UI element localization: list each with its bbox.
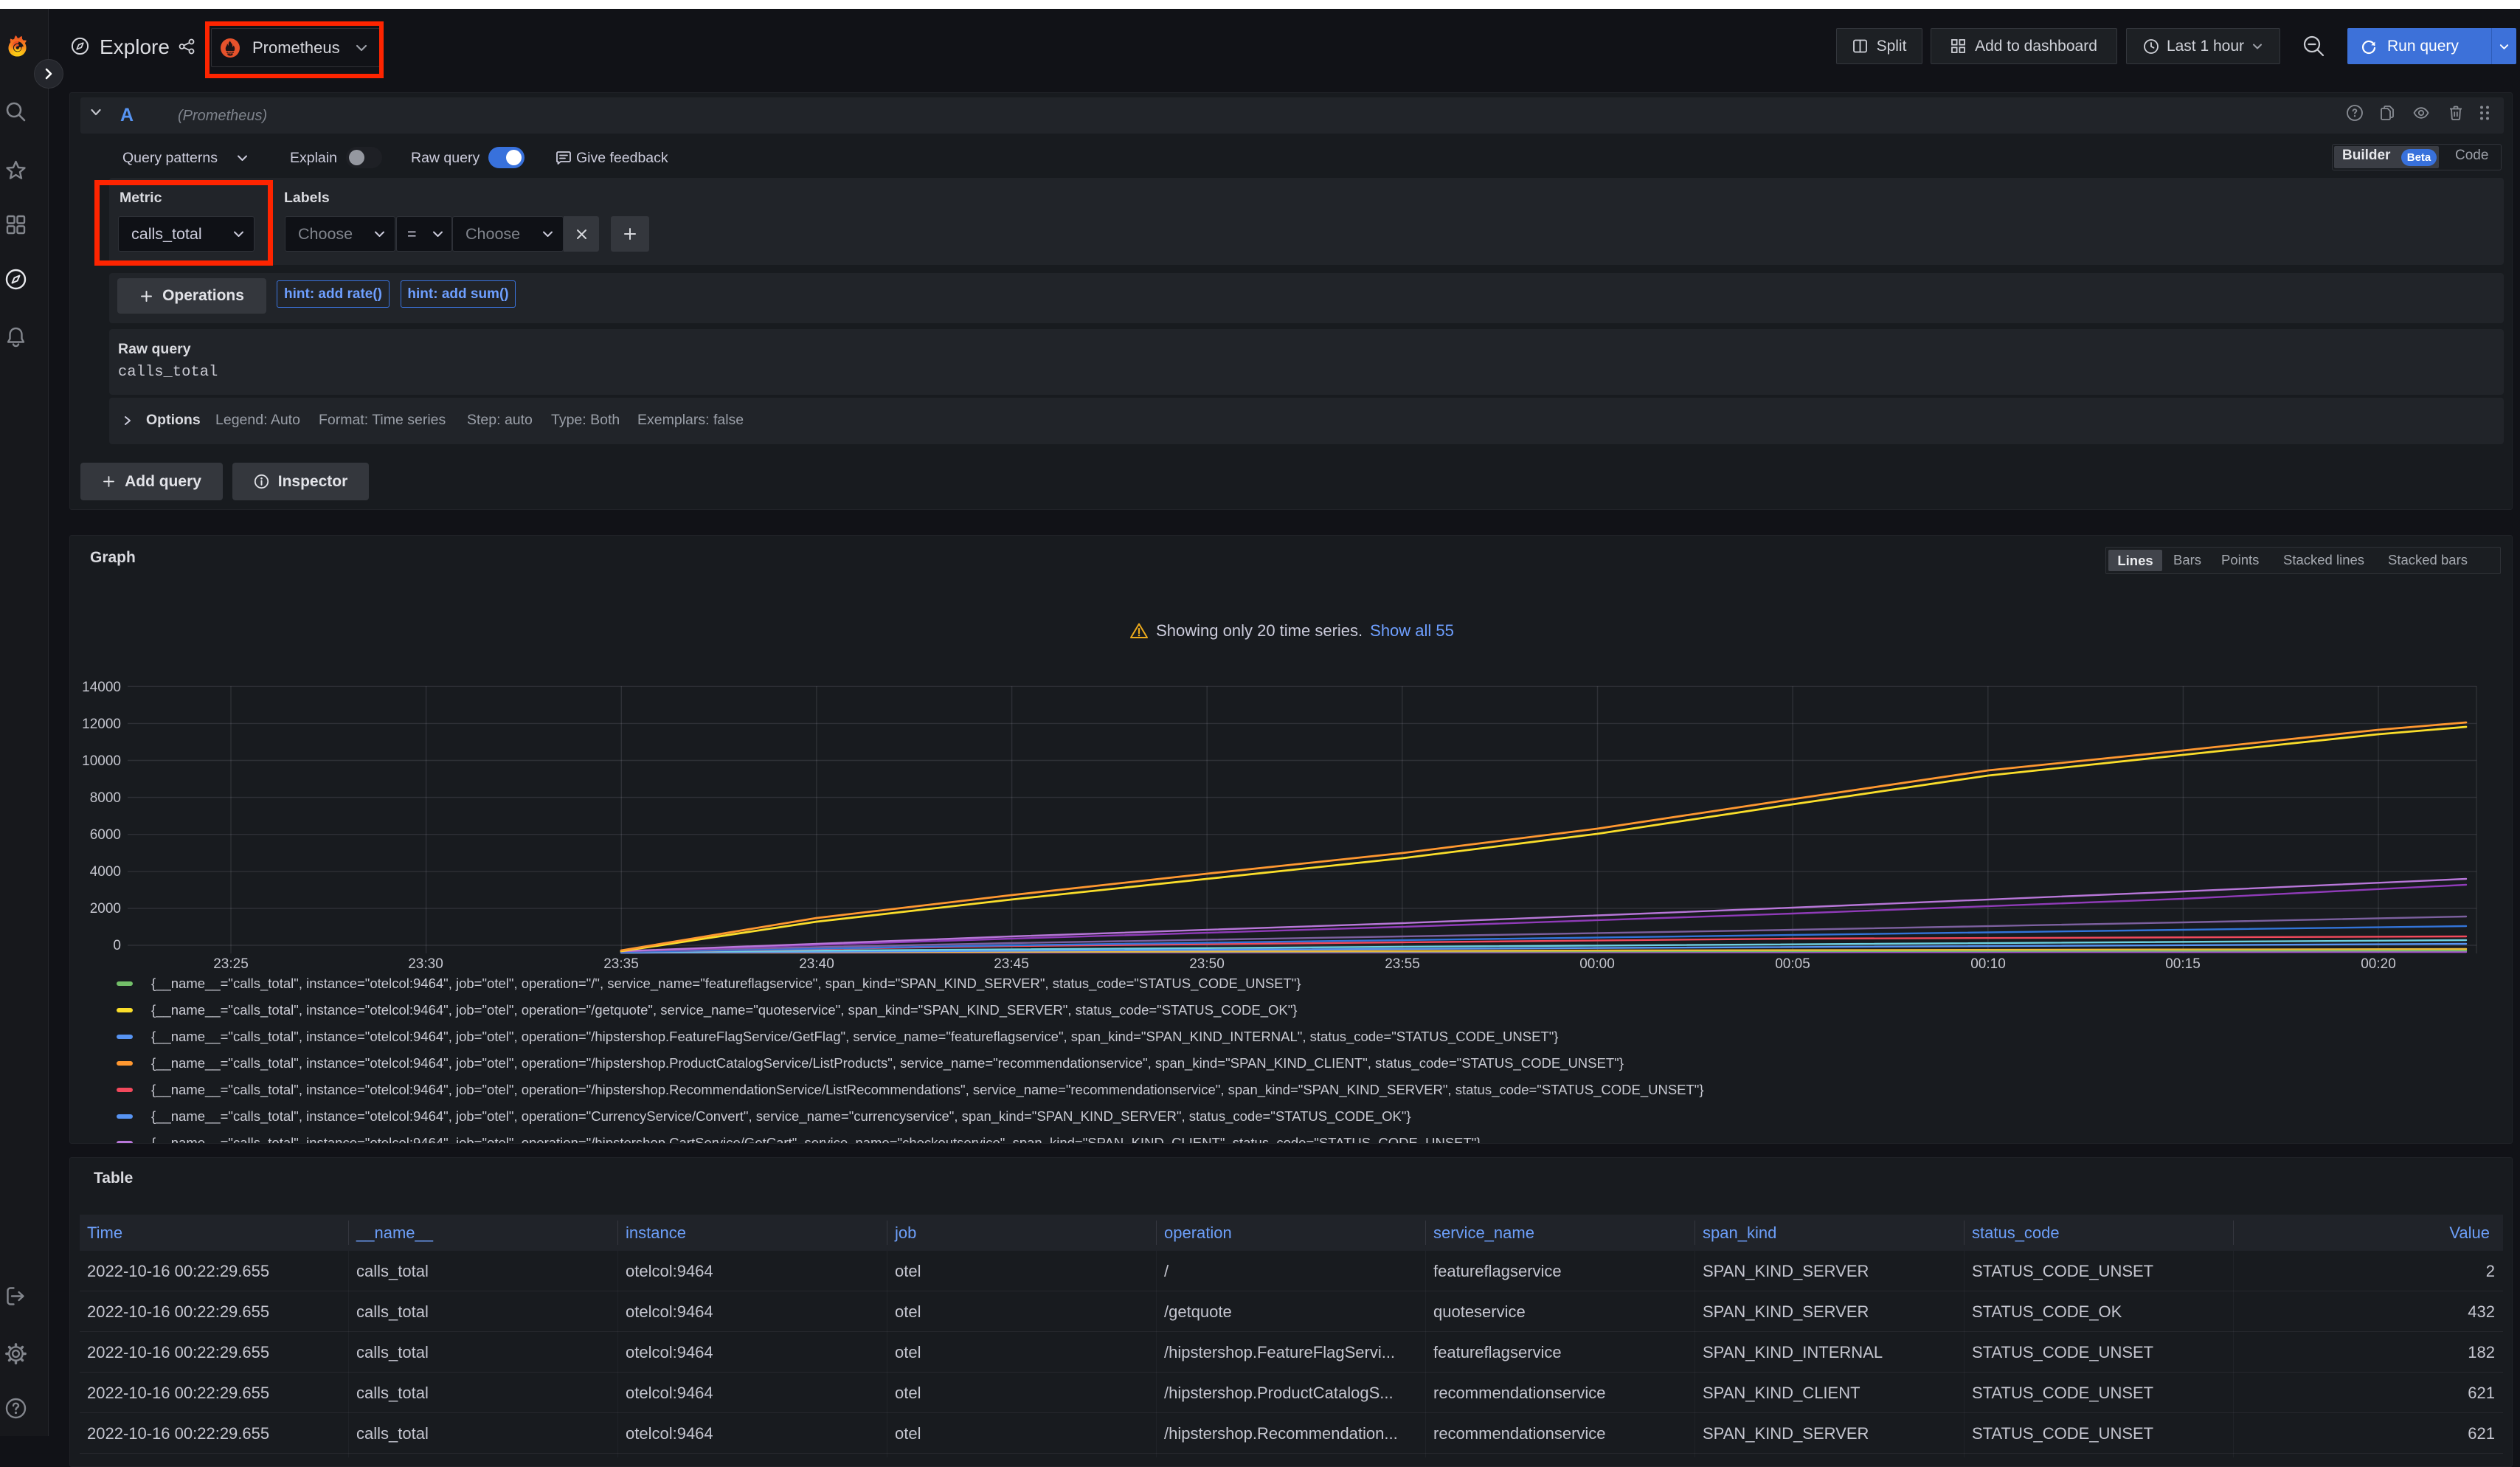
svg-text:23:55: 23:55 [1385, 956, 1420, 972]
svg-text:23:40: 23:40 [799, 956, 834, 972]
svg-text:00:10: 00:10 [1970, 956, 2006, 972]
svg-text:0: 0 [113, 938, 121, 953]
svg-text:23:35: 23:35 [603, 956, 639, 972]
svg-text:8000: 8000 [90, 790, 121, 806]
svg-text:4000: 4000 [90, 864, 121, 880]
svg-text:00:00: 00:00 [1579, 956, 1615, 972]
svg-text:23:45: 23:45 [994, 956, 1029, 972]
svg-text:14000: 14000 [82, 680, 121, 695]
svg-text:00:20: 00:20 [2361, 956, 2396, 972]
svg-text:00:05: 00:05 [1775, 956, 1810, 972]
svg-text:2000: 2000 [90, 901, 121, 917]
svg-text:00:15: 00:15 [2165, 956, 2201, 972]
svg-text:10000: 10000 [82, 753, 121, 769]
svg-text:23:25: 23:25 [213, 956, 249, 972]
svg-text:23:30: 23:30 [408, 956, 443, 972]
svg-text:12000: 12000 [82, 717, 121, 732]
svg-text:6000: 6000 [90, 827, 121, 843]
svg-text:23:50: 23:50 [1189, 956, 1225, 972]
